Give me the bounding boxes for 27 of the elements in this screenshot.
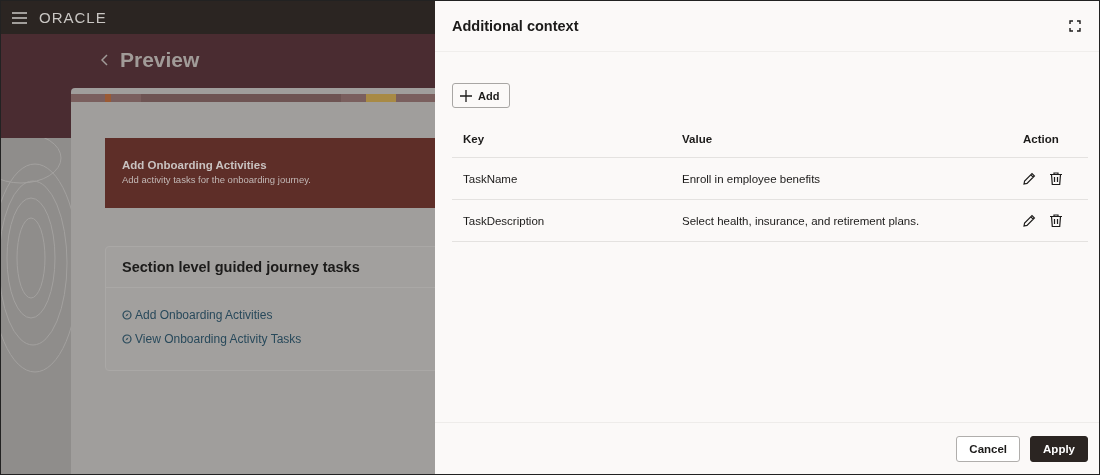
- column-header: Key: [452, 120, 671, 158]
- page-title: Preview: [120, 48, 200, 72]
- back-icon[interactable]: [101, 54, 108, 66]
- cancel-button[interactable]: Cancel: [956, 435, 1021, 462]
- compass-icon: [122, 334, 132, 344]
- add-button[interactable]: Add: [452, 83, 511, 108]
- column-header: Action: [1012, 120, 1088, 158]
- plus-icon: [460, 89, 472, 102]
- table-cell: Select health, insurance, and retirement plans.: [671, 199, 1012, 242]
- column-header: Value: [671, 120, 1012, 158]
- pencil-icon[interactable]: [1023, 172, 1036, 185]
- task-link[interactable]: Add Onboarding Activities: [135, 308, 273, 322]
- trash-icon[interactable]: [1050, 214, 1062, 227]
- expand-icon[interactable]: [1069, 20, 1081, 32]
- apply-button[interactable]: Apply: [1030, 435, 1088, 462]
- table-cell: TaskName: [452, 157, 671, 200]
- task-link[interactable]: View Onboarding Activity Tasks: [135, 332, 302, 346]
- compass-icon: [122, 310, 132, 320]
- banner-subtitle: Add activity tasks for the onboarding journey.: [122, 174, 311, 185]
- table-cell: TaskDescription: [452, 199, 671, 242]
- pencil-icon[interactable]: [1023, 214, 1036, 227]
- logo: ORACLE: [39, 9, 107, 26]
- banner-title: Add Onboarding Activities: [122, 159, 267, 171]
- table-cell: Enroll in employee benefits: [671, 157, 1012, 200]
- drawer-title: Additional context: [452, 18, 579, 34]
- trash-icon[interactable]: [1050, 172, 1062, 185]
- menu-icon[interactable]: [12, 11, 27, 24]
